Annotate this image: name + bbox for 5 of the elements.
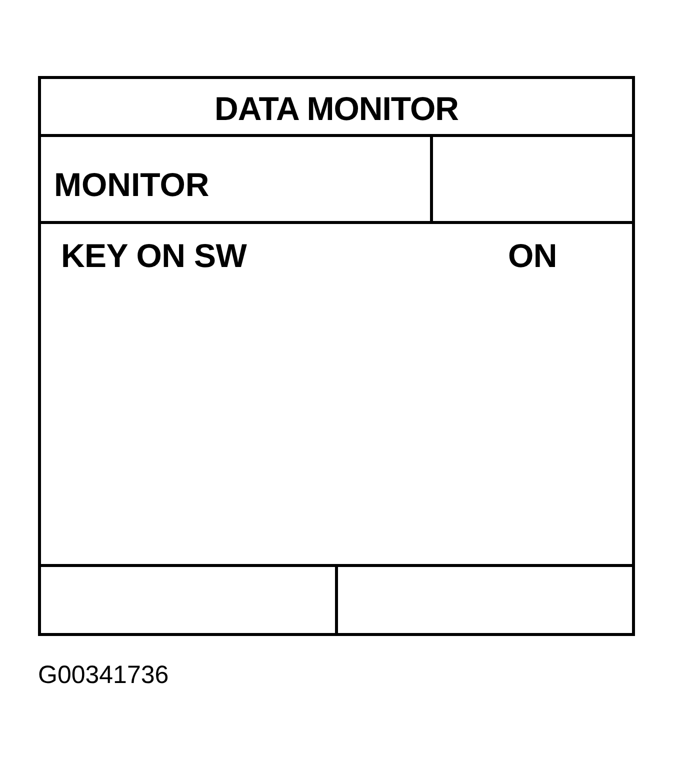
column-header: MONITOR — [54, 164, 210, 200]
item-name: KEY ON SW — [61, 239, 248, 272]
item-value: ON — [508, 239, 558, 272]
figure-code: G00341736 — [38, 661, 169, 689]
table-title: DATA MONITOR — [214, 89, 458, 125]
